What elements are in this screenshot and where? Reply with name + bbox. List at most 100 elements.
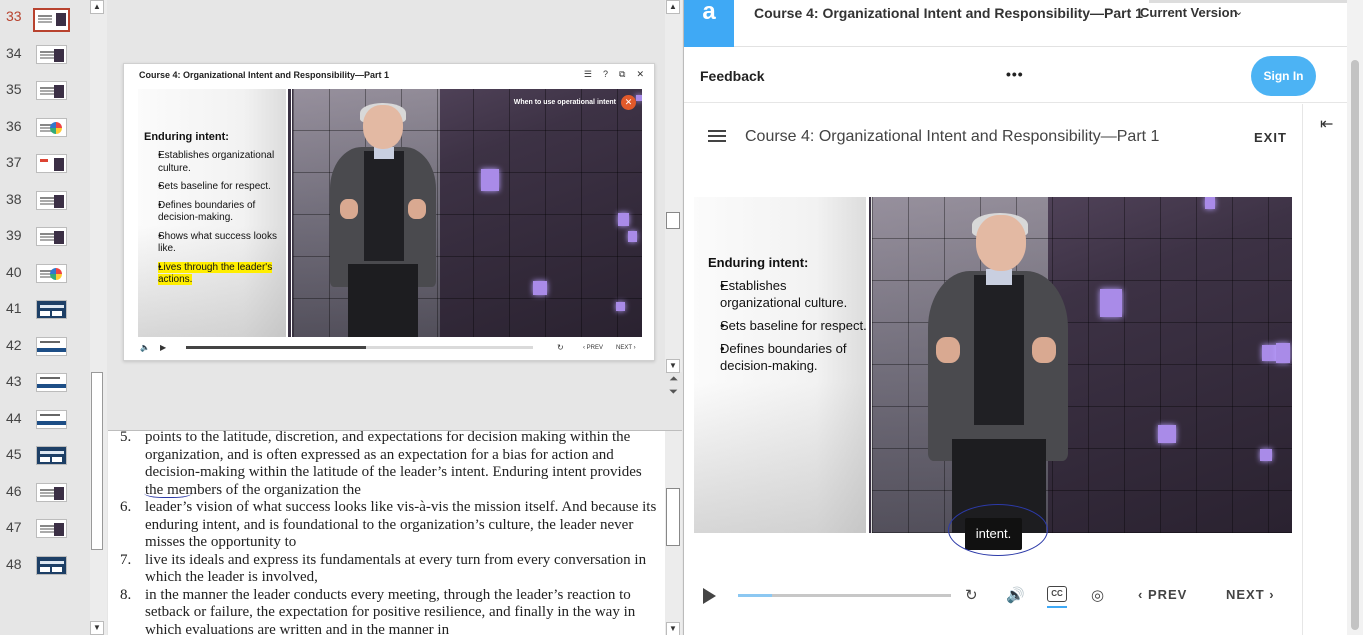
thumbnail-row[interactable]: 36 [0, 110, 90, 145]
page-scrollbar[interactable] [1347, 0, 1363, 635]
playback-speed-icon[interactable]: ◎ [1091, 586, 1104, 604]
scroll-up-arrow-icon[interactable]: ▲ [666, 0, 680, 14]
thumbnail-row[interactable]: 33 [0, 0, 90, 35]
play-icon[interactable]: ▶ [160, 343, 166, 352]
chevron-down-icon[interactable]: ⌄ [1234, 5, 1243, 18]
header-course-title: Course 4: Organizational Intent and Resp… [754, 5, 1143, 21]
close-circle-icon[interactable]: ✕ [621, 95, 636, 110]
slide-thumbnail[interactable] [33, 8, 70, 32]
slide-thumbnail[interactable] [36, 555, 67, 575]
close-icon[interactable]: ✕ [636, 69, 644, 80]
slide-thumbnail[interactable] [36, 117, 67, 137]
closed-captions-icon[interactable]: CC [1047, 586, 1067, 602]
thumbnail-row[interactable]: 46 [0, 475, 90, 510]
thumbnail-row[interactable]: 37 [0, 146, 90, 181]
right-rail: ⇤ [1302, 104, 1347, 635]
notes-list-item: 7. live its ideals and express its fundam… [120, 551, 647, 586]
slide-thumbnail-pane: 33 34 35 36 37 38 39 40 41 42 43 44 45 46 47 48 ▲ ▼ [0, 0, 107, 635]
presenter-figure [912, 211, 1082, 533]
scrollbar-thumb[interactable] [91, 372, 103, 550]
collapse-panel-icon[interactable]: ⇤ [1320, 114, 1333, 134]
notes-scrollbar[interactable]: ▼ [665, 431, 682, 635]
scroll-down-arrow-icon[interactable]: ▼ [666, 359, 680, 373]
replay-icon[interactable]: ↻ [557, 343, 564, 352]
slide-player-title: Course 4: Organizational Intent and Resp… [139, 70, 390, 80]
scrollbar-thumb[interactable] [1351, 60, 1359, 630]
video-progress-bar[interactable] [738, 594, 951, 597]
notes-text: 5. points to the latitude, discretion, an… [120, 430, 660, 635]
notes-list-item: 5. points to the latitude, discretion, an… [120, 430, 642, 498]
thumbnail-row[interactable]: 43 [0, 365, 90, 400]
prev-button[interactable]: ‹ PREV [1138, 587, 1187, 602]
speaker-notes-pane[interactable]: 5. points to the latitude, discretion, an… [108, 430, 682, 635]
thumbnail-row[interactable]: 41 [0, 292, 90, 327]
app-window: 33 34 35 36 37 38 39 40 41 42 43 44 45 46 47 48 ▲ ▼ Cou… [0, 0, 1363, 635]
thumbnail-row[interactable]: 47 [0, 511, 90, 546]
slide-progress-bar[interactable] [186, 346, 533, 349]
play-icon[interactable] [703, 588, 716, 604]
slide-thumbnail[interactable] [36, 190, 67, 210]
feedback-label[interactable]: Feedback [700, 68, 765, 84]
volume-icon[interactable]: 🔈 [140, 343, 150, 352]
next-button[interactable]: NEXT › [616, 345, 636, 351]
ink-annotation [948, 504, 1048, 556]
slide-thumbnail[interactable] [36, 446, 67, 465]
prev-button[interactable]: ‹ PREV [583, 345, 603, 351]
video-controls: ↻ 🔊 CC ◎ ‹ PREV NEXT › [684, 578, 1302, 612]
web-header: a Course 4: Organizational Intent and Re… [684, 0, 1363, 47]
slide-thumbnail[interactable] [36, 373, 67, 392]
slide-thumbnail[interactable] [36, 519, 67, 538]
more-options-icon[interactable]: ••• [1006, 66, 1024, 82]
scroll-down-arrow-icon[interactable]: ▼ [90, 621, 104, 635]
scroll-up-arrow-icon[interactable]: ▲ [90, 0, 104, 14]
slide-thumbnail[interactable] [36, 300, 67, 319]
popout-icon[interactable]: ⧉ [619, 69, 625, 80]
slide-number: 37 [6, 154, 22, 170]
thumbnail-row[interactable]: 45 [0, 438, 90, 473]
slide-thumbnail[interactable] [36, 227, 67, 246]
slide-video-frame[interactable]: Enduring intent: Establishes organizatio… [138, 89, 642, 337]
previous-slide-icon[interactable]: ⏶ [665, 373, 682, 386]
notes-list-item: 8. in the manner the leader conducts ever… [120, 586, 636, 635]
slide-thumbnail[interactable] [36, 263, 67, 283]
thumbnail-row[interactable]: 42 [0, 329, 90, 364]
thumbnail-row[interactable]: 44 [0, 402, 90, 437]
slide-thumbnail[interactable] [36, 482, 67, 502]
slide-thumbnail[interactable] [36, 409, 67, 429]
thumbnail-row[interactable]: 35 [0, 73, 90, 108]
slide-preview[interactable]: Course 4: Organizational Intent and Resp… [123, 63, 655, 361]
thumbnail-row[interactable]: 34 [0, 37, 90, 72]
sign-in-button[interactable]: Sign In [1251, 56, 1316, 96]
thumbnail-scrollbar[interactable]: ▲ ▼ [90, 0, 107, 635]
bullet-item: Establishes organizational culture. [144, 150, 284, 175]
bullet-item: Establishes organizational culture. [708, 277, 868, 311]
version-dropdown[interactable]: Current Version [1140, 5, 1238, 20]
thumbnail-row[interactable]: 40 [0, 256, 90, 291]
course-video[interactable]: Enduring intent: Establishes organizatio… [694, 197, 1292, 533]
hamburger-menu-icon[interactable] [708, 130, 726, 142]
thumbnail-row[interactable]: 48 [0, 548, 90, 583]
menu-icon[interactable]: ☰ [584, 69, 592, 80]
slide-thumbnail[interactable] [36, 44, 67, 64]
editor-scrollbar[interactable]: ▲ ▼ [665, 0, 682, 373]
next-slide-icon[interactable]: ⏷ [665, 386, 682, 399]
scrollbar-thumb[interactable] [666, 488, 680, 546]
slide-canvas: Course 4: Organizational Intent and Resp… [108, 0, 682, 430]
replay-icon[interactable]: ↻ [965, 586, 978, 604]
scroll-down-arrow-icon[interactable]: ▼ [666, 622, 680, 635]
help-icon[interactable]: ? [603, 69, 608, 80]
scrollbar-thumb[interactable] [666, 212, 680, 229]
thumbnail-row[interactable]: 39 [0, 219, 90, 254]
course-web-panel: a Course 4: Organizational Intent and Re… [683, 0, 1363, 635]
next-button[interactable]: NEXT › [1226, 587, 1275, 602]
slide-thumbnail[interactable] [36, 81, 67, 100]
exit-button[interactable]: EXIT [1254, 130, 1287, 145]
slide-number: 44 [6, 409, 22, 426]
slide-thumbnail[interactable] [36, 154, 67, 173]
slide-number: 47 [6, 519, 22, 535]
volume-icon[interactable]: 🔊 [1006, 586, 1025, 604]
thumbnail-row[interactable]: 38 [0, 183, 90, 218]
site-logo[interactable]: a [684, 0, 734, 47]
slide-number: 42 [6, 336, 22, 353]
slide-thumbnail[interactable] [36, 336, 67, 356]
